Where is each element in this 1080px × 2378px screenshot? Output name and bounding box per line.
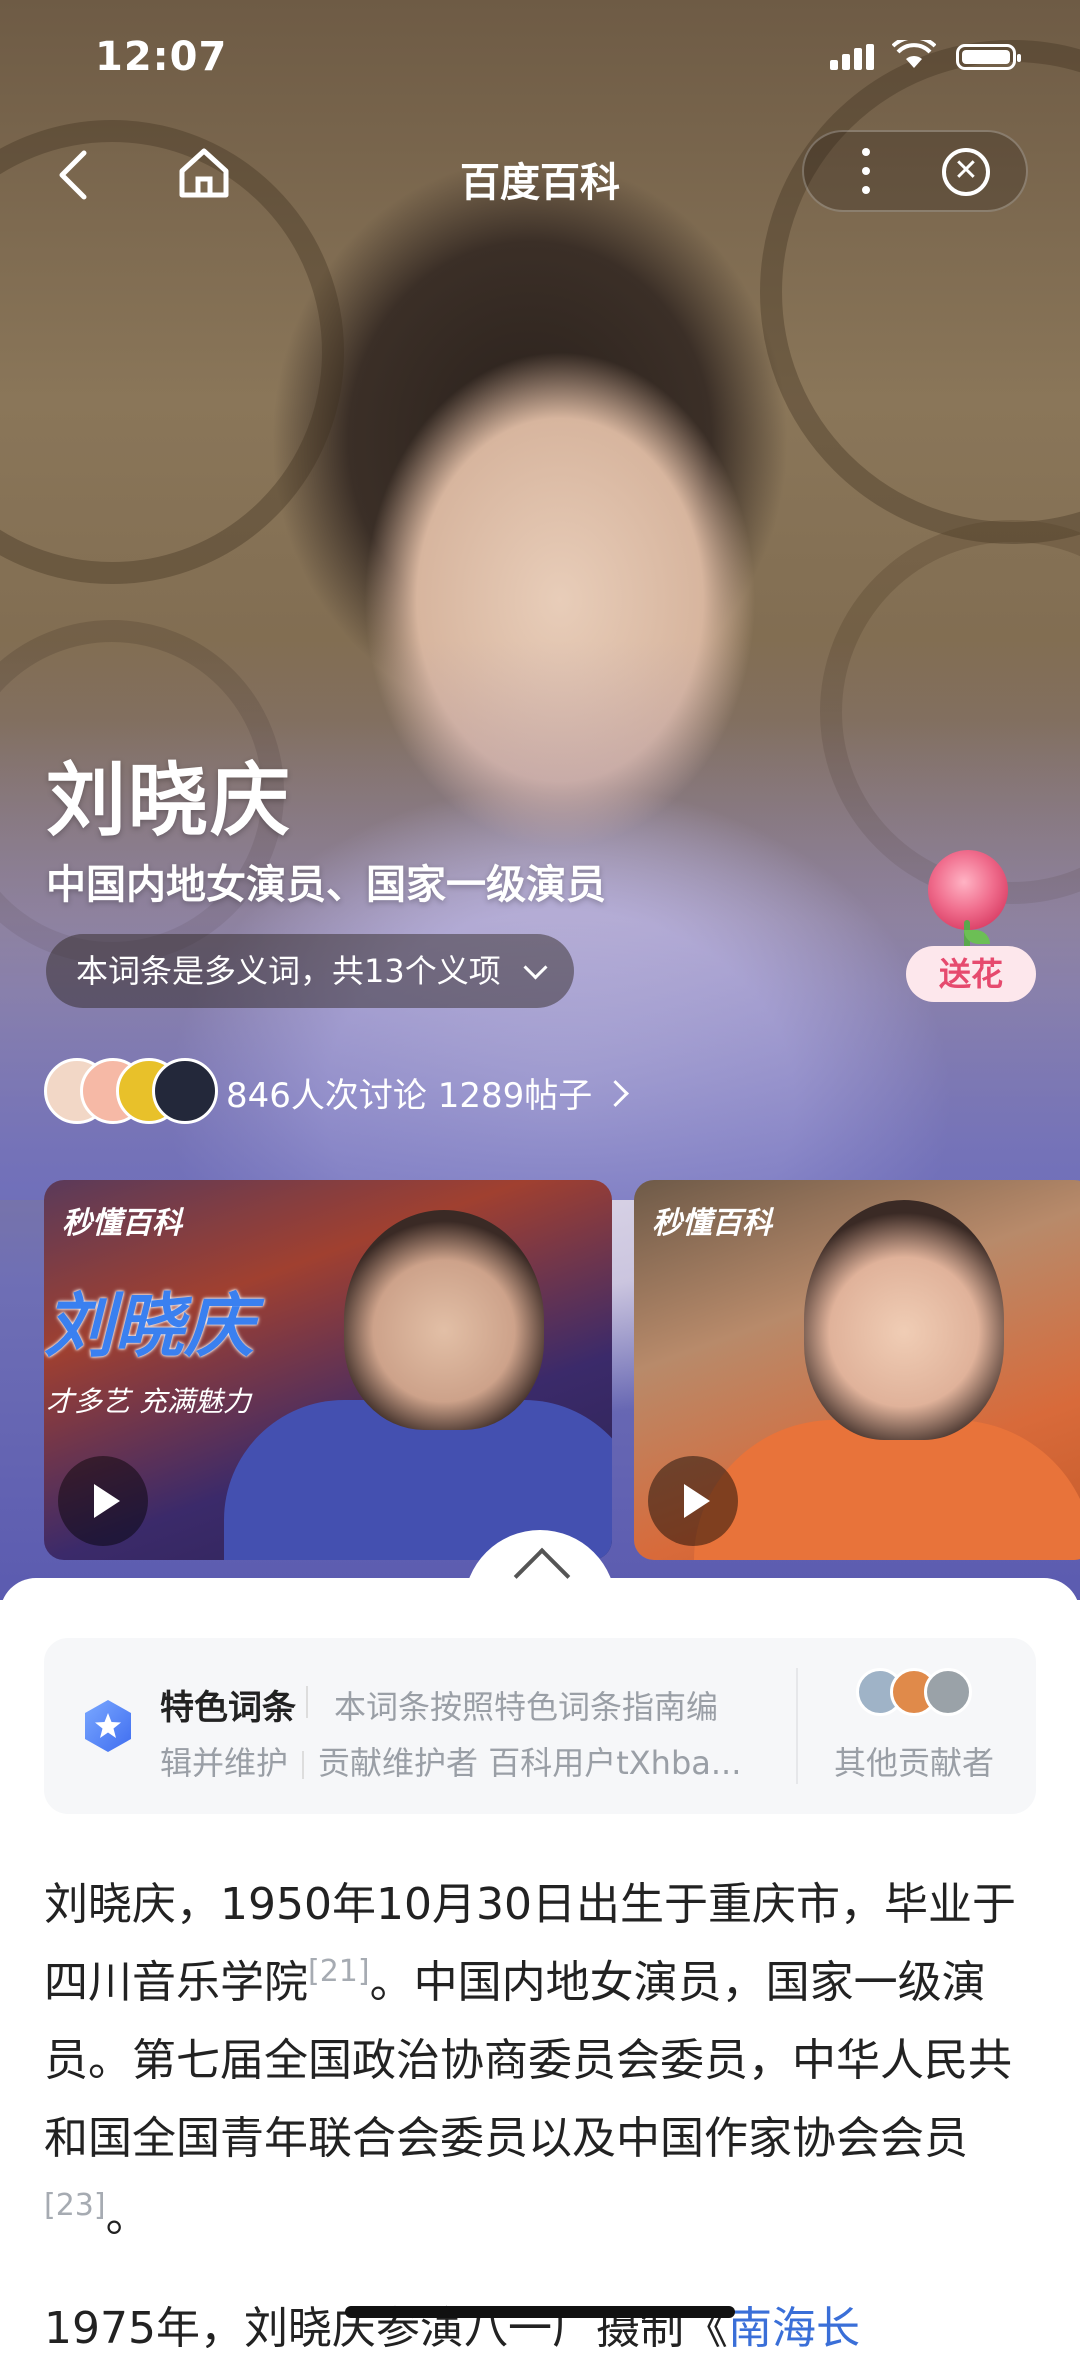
featured-star-icon <box>85 1700 131 1752</box>
reference-23[interactable]: [23] <box>44 2188 106 2223</box>
back-icon[interactable] <box>50 145 100 205</box>
play-icon[interactable] <box>648 1456 738 1546</box>
video-card-2[interactable]: 秒懂百科 <box>634 1180 1080 1560</box>
battery-icon <box>956 44 1021 70</box>
video-card-1[interactable]: 秒懂百科 刘晓庆 才多艺 充满魅力 <box>44 1180 612 1560</box>
video-headline: 刘晓庆 <box>44 1285 254 1367</box>
discussion-stats: 846人次讨论 1289帖子 <box>226 1076 593 1116</box>
play-icon[interactable] <box>58 1456 148 1546</box>
cellular-signal-icon <box>830 44 878 70</box>
featured-entry-maintainer: 辑并维护 贡献维护者 百科用户tXhba... <box>160 1744 742 1782</box>
home-icon[interactable] <box>176 145 232 201</box>
discussion-avatars[interactable] <box>44 1058 218 1124</box>
more-options-icon[interactable] <box>846 146 886 196</box>
avatar <box>924 1668 972 1716</box>
mini-program-capsule: ✕ <box>802 130 1028 212</box>
polysemy-label: 本词条是多义词，共13个义项 <box>76 952 501 990</box>
send-flower-button[interactable]: 送花 <box>906 946 1036 1002</box>
rose-icon <box>928 850 1008 950</box>
status-time: 12:07 <box>95 34 228 80</box>
status-bar: 12:07 <box>0 0 1080 120</box>
entry-paragraph-2: 1975年，刘晓庆参演八一厂摄制《南海长 <box>44 2303 860 2354</box>
polysemy-dropdown[interactable]: 本词条是多义词，共13个义项 <box>46 934 574 1008</box>
discussion-link[interactable]: 846人次讨论 1289帖子 <box>226 1068 630 1117</box>
reference-21[interactable]: [21] <box>308 1954 370 1989</box>
video-brand: 秒懂百科 <box>652 1206 772 1241</box>
chevron-down-icon <box>523 955 548 980</box>
entry-title: 刘晓庆 <box>46 754 292 847</box>
featured-entry-note: 本词条按照特色词条指南编 <box>334 1688 719 1726</box>
wifi-icon <box>892 40 936 68</box>
other-contributors-link[interactable]: 其他贡献者 <box>834 1738 1034 1784</box>
chevron-right-icon <box>602 1080 630 1107</box>
entry-description: 中国内地女演员、国家一级演员 <box>46 862 606 908</box>
close-icon[interactable]: ✕ <box>942 148 990 196</box>
home-indicator <box>345 2306 735 2318</box>
avatar <box>152 1058 218 1124</box>
entry-summary: 刘晓庆，1950年10月30日出生于重庆市，毕业于四川音乐学院[21]。中国内地… <box>44 1879 1016 2242</box>
featured-entry-title: 特色词条 <box>160 1688 296 1728</box>
video-thumbnail <box>804 1200 1004 1440</box>
video-subtitle: 才多艺 充满魅力 <box>46 1385 251 1418</box>
contributor-avatars[interactable] <box>856 1668 976 1718</box>
featured-entry-card[interactable]: 特色词条 本词条按照特色词条指南编 辑并维护 贡献维护者 百科用户tXhba...… <box>44 1638 1036 1814</box>
film-link[interactable]: 南海长 <box>728 2303 860 2354</box>
video-thumbnail <box>344 1210 544 1430</box>
page-title: 百度百科 <box>460 160 620 206</box>
video-brand: 秒懂百科 <box>62 1206 182 1241</box>
